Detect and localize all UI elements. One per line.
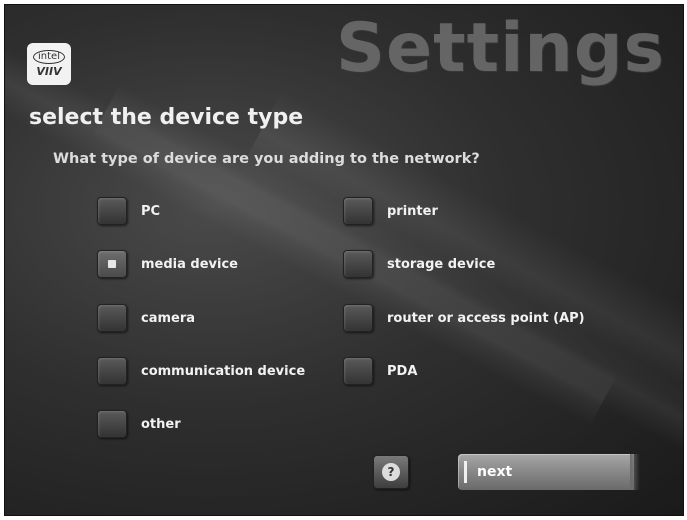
next-button-label: next [477, 464, 513, 480]
next-indicator-bar [464, 461, 467, 483]
option-label: camera [141, 310, 196, 326]
option-communication-device[interactable]: communication device [97, 357, 305, 385]
checkbox[interactable] [97, 304, 127, 332]
checkbox[interactable] [343, 304, 373, 332]
option-label: router or access point (AP) [387, 310, 585, 326]
checkbox[interactable] [343, 357, 373, 385]
option-router-or-access-point[interactable]: router or access point (AP) [343, 304, 585, 332]
checkbox[interactable] [97, 357, 127, 385]
checkbox[interactable] [343, 197, 373, 225]
option-label: storage device [387, 256, 496, 272]
next-button[interactable]: next [458, 454, 640, 490]
checkbox[interactable] [343, 250, 373, 278]
checkbox[interactable] [97, 410, 127, 438]
logo-product-text: VIIV [36, 65, 62, 78]
option-label: PDA [387, 363, 418, 379]
checkbox[interactable] [97, 197, 127, 225]
option-camera[interactable]: camera [97, 304, 195, 332]
device-question: What type of device are you adding to th… [53, 151, 480, 167]
option-label: other [141, 416, 181, 432]
question-mark-icon: ? [382, 463, 400, 481]
option-label: media device [141, 256, 238, 272]
logo-brand-text: intel [33, 50, 65, 64]
intel-viiv-logo: intel VIIV [27, 43, 71, 85]
option-pda[interactable]: PDA [343, 357, 417, 385]
option-label: communication device [141, 363, 306, 379]
option-label: PC [141, 203, 161, 219]
option-printer[interactable]: printer [343, 197, 438, 225]
page-title: select the device type [29, 105, 304, 130]
option-other[interactable]: other [97, 410, 181, 438]
option-storage-device[interactable]: storage device [343, 250, 495, 278]
option-media-device[interactable]: media device [97, 250, 238, 278]
settings-watermark-title: Settings [336, 9, 665, 88]
help-button[interactable]: ? [373, 455, 409, 489]
checkbox-checked[interactable] [97, 250, 127, 278]
option-label: printer [387, 203, 438, 219]
settings-window: Settings intel VIIV select the device ty… [4, 4, 684, 516]
check-mark-icon [108, 260, 116, 268]
option-pc[interactable]: PC [97, 197, 160, 225]
